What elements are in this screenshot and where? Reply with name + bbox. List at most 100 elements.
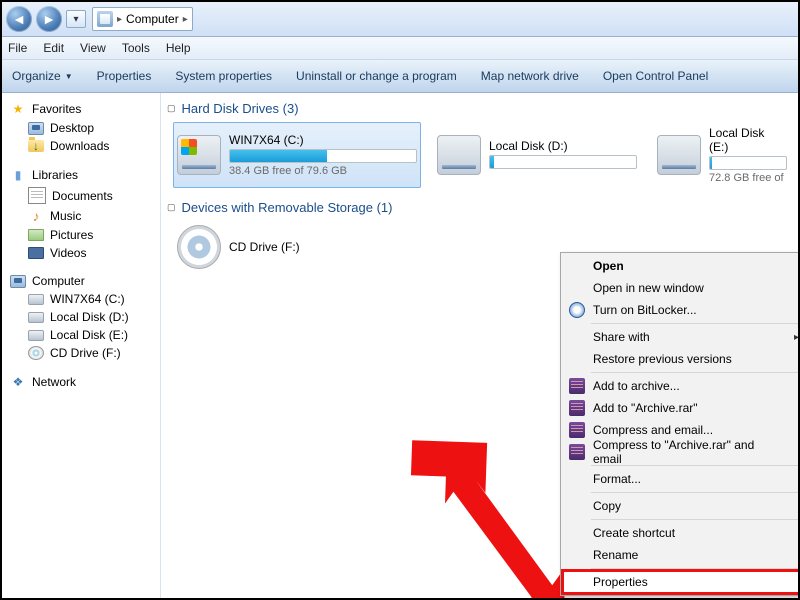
sidebar-computer[interactable]: Computer — [2, 272, 160, 290]
archive-icon — [569, 400, 585, 416]
separator — [591, 519, 798, 520]
drive-icon — [657, 135, 701, 175]
ctx-compress-rar-email[interactable]: Compress to "Archive.rar" and email — [563, 441, 798, 463]
document-icon — [28, 187, 46, 204]
drive-tile-c[interactable]: WIN7X64 (C:) 38.4 GB free of 79.6 GB — [173, 122, 421, 188]
ctx-open[interactable]: Open — [563, 255, 798, 277]
disc-icon — [28, 346, 44, 360]
drive-name: Local Disk (D:) — [489, 139, 637, 153]
collapse-icon: ▢ — [167, 103, 176, 114]
body: ★Favorites Desktop Downloads ▮Libraries … — [2, 93, 798, 600]
organize-button[interactable]: Organize▼ — [12, 69, 73, 83]
history-dropdown[interactable]: ▾ — [66, 10, 86, 28]
sidebar-item-drive-f[interactable]: CD Drive (F:) — [2, 344, 160, 362]
drive-icon — [437, 135, 481, 175]
drive-usage-bar — [709, 156, 787, 170]
nav-bar: ◄ ► ▾ ▸ Computer ▸ — [2, 2, 798, 37]
sidebar-item-drive-d[interactable]: Local Disk (D:) — [2, 308, 160, 326]
command-bar: Organize▼ Properties System properties U… — [2, 60, 798, 93]
ctx-add-to-rar[interactable]: Add to "Archive.rar" — [563, 397, 798, 419]
drive-tile-f[interactable]: CD Drive (F:) — [173, 221, 421, 273]
sidebar-item-music[interactable]: ♪Music — [2, 206, 160, 226]
drive-tile-e[interactable]: Local Disk (E:) 72.8 GB free of — [653, 122, 791, 188]
separator — [591, 568, 798, 569]
breadcrumb-location[interactable]: Computer — [126, 12, 179, 26]
ctx-add-to-archive[interactable]: Add to archive... — [563, 375, 798, 397]
ctx-properties[interactable]: Properties — [563, 571, 798, 593]
menu-tools[interactable]: Tools — [122, 41, 150, 55]
back-button[interactable]: ◄ — [6, 6, 32, 32]
drive-icon — [177, 135, 221, 175]
chevron-right-icon: ▸ — [183, 14, 188, 25]
computer-icon — [10, 275, 26, 288]
drive-icon — [28, 294, 44, 305]
sidebar-favorites[interactable]: ★Favorites — [2, 99, 160, 119]
properties-button[interactable]: Properties — [97, 69, 152, 83]
videos-icon — [28, 247, 44, 259]
content-pane: ▢Hard Disk Drives (3) WIN7X64 (C:) 38.4 … — [161, 93, 798, 600]
menu-view[interactable]: View — [80, 41, 106, 55]
sidebar-network[interactable]: ❖Network — [2, 372, 160, 392]
drive-usage-bar — [229, 149, 417, 163]
sidebar-item-videos[interactable]: Videos — [2, 244, 160, 262]
forward-button[interactable]: ► — [36, 6, 62, 32]
ctx-format[interactable]: Format... — [563, 468, 798, 490]
sidebar-item-downloads[interactable]: Downloads — [2, 137, 160, 155]
map-drive-button[interactable]: Map network drive — [481, 69, 579, 83]
chevron-down-icon: ▼ — [65, 72, 73, 81]
computer-icon — [97, 11, 113, 27]
drive-name: WIN7X64 (C:) — [229, 133, 417, 147]
section-removable-storage[interactable]: ▢Devices with Removable Storage (1) — [161, 198, 798, 217]
ctx-create-shortcut[interactable]: Create shortcut — [563, 522, 798, 544]
ctx-bitlocker[interactable]: Turn on BitLocker... — [563, 299, 798, 321]
explorer-window: ◄ ► ▾ ▸ Computer ▸ File Edit View Tools … — [0, 0, 800, 600]
navigation-pane: ★Favorites Desktop Downloads ▮Libraries … — [2, 93, 161, 600]
system-properties-button[interactable]: System properties — [175, 69, 272, 83]
drive-free-text: 38.4 GB free of 79.6 GB — [229, 165, 417, 177]
section-hard-disk-drives[interactable]: ▢Hard Disk Drives (3) — [161, 99, 798, 118]
ctx-open-new-window[interactable]: Open in new window — [563, 277, 798, 299]
sidebar-item-desktop[interactable]: Desktop — [2, 119, 160, 137]
drive-tile-d[interactable]: Local Disk (D:) — [433, 122, 641, 188]
drive-free-text: 72.8 GB free of — [709, 172, 787, 184]
bitlocker-icon — [569, 302, 585, 318]
ctx-copy[interactable]: Copy — [563, 495, 798, 517]
sidebar-item-drive-c[interactable]: WIN7X64 (C:) — [2, 290, 160, 308]
ctx-restore-versions[interactable]: Restore previous versions — [563, 348, 798, 370]
archive-icon — [569, 444, 585, 460]
menu-help[interactable]: Help — [166, 41, 191, 55]
sidebar-item-documents[interactable]: Documents — [2, 185, 160, 206]
star-icon: ★ — [10, 101, 26, 117]
breadcrumb[interactable]: ▸ Computer ▸ — [92, 7, 193, 31]
pictures-icon — [28, 229, 44, 241]
collapse-icon: ▢ — [167, 202, 176, 213]
archive-icon — [569, 422, 585, 438]
annotation-arrow — [399, 433, 579, 600]
desktop-icon — [28, 122, 44, 135]
network-icon: ❖ — [10, 374, 26, 390]
downloads-icon — [28, 140, 44, 152]
separator — [591, 492, 798, 493]
chevron-right-icon: ▸ — [117, 14, 122, 25]
drive-name: CD Drive (F:) — [229, 240, 417, 254]
ctx-share-with[interactable]: Share with — [563, 326, 798, 348]
menu-bar: File Edit View Tools Help — [2, 37, 798, 60]
menu-file[interactable]: File — [8, 41, 27, 55]
sidebar-libraries[interactable]: ▮Libraries — [2, 165, 160, 185]
drive-icon — [28, 330, 44, 341]
libraries-icon: ▮ — [10, 167, 26, 183]
sidebar-item-pictures[interactable]: Pictures — [2, 226, 160, 244]
sidebar-item-drive-e[interactable]: Local Disk (E:) — [2, 326, 160, 344]
drive-icon — [28, 312, 44, 323]
archive-icon — [569, 378, 585, 394]
context-menu: Open Open in new window Turn on BitLocke… — [560, 252, 798, 596]
separator — [591, 323, 798, 324]
control-panel-button[interactable]: Open Control Panel — [603, 69, 708, 83]
drive-name: Local Disk (E:) — [709, 126, 787, 154]
music-icon: ♪ — [28, 208, 44, 224]
disc-icon — [177, 225, 221, 269]
separator — [591, 372, 798, 373]
ctx-rename[interactable]: Rename — [563, 544, 798, 566]
uninstall-button[interactable]: Uninstall or change a program — [296, 69, 457, 83]
menu-edit[interactable]: Edit — [43, 41, 64, 55]
